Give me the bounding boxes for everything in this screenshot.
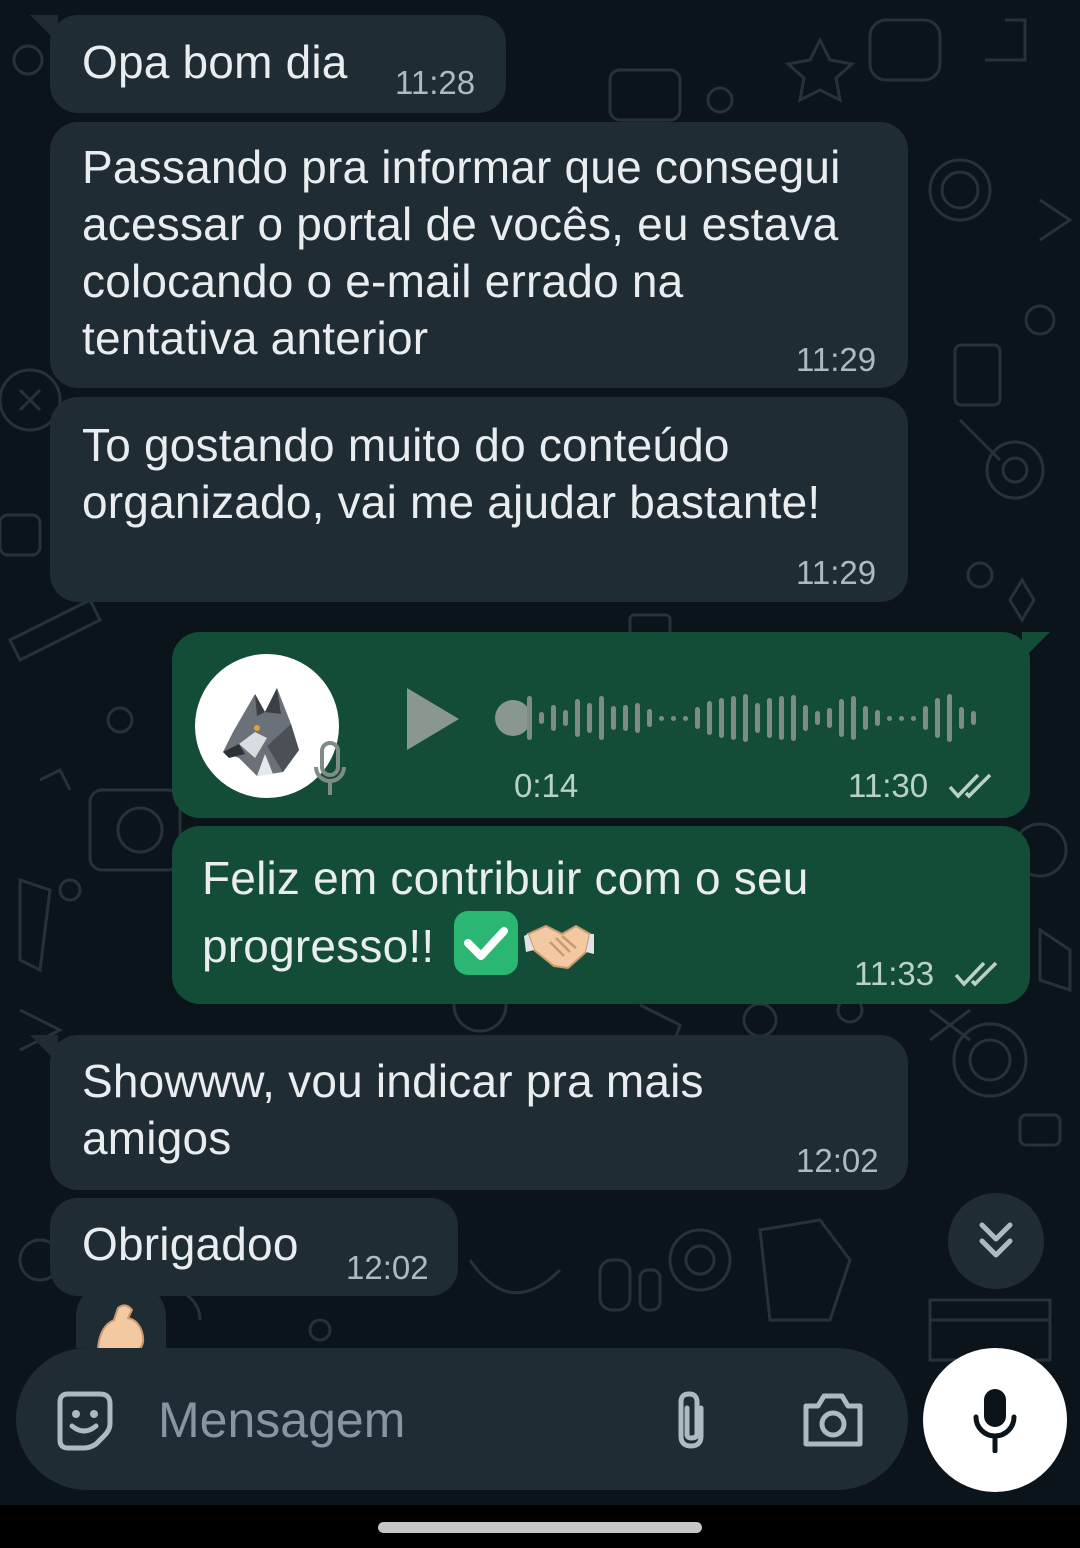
message-input[interactable] bbox=[156, 1376, 640, 1464]
message-text: Opa bom dia bbox=[82, 36, 348, 88]
attach-button[interactable] bbox=[656, 1384, 726, 1456]
message-text: Obrigadoo bbox=[82, 1218, 299, 1270]
message-text: To gostando muito do conteúdo organizado… bbox=[82, 419, 821, 528]
waveform-bar bbox=[779, 696, 784, 740]
waveform-bar bbox=[671, 716, 676, 721]
message-time: 12:02 bbox=[346, 1249, 429, 1286]
mic-icon bbox=[314, 741, 346, 795]
waveform-bar bbox=[923, 706, 928, 730]
chat-background: Opa bom dia 11:28 Passando pra informar … bbox=[0, 0, 1080, 1505]
message-time: 11:29 bbox=[796, 554, 877, 591]
waveform-bar bbox=[659, 716, 664, 721]
waveform-bar bbox=[611, 706, 616, 730]
double-chevron-down-icon bbox=[979, 1222, 1013, 1258]
waveform-bar bbox=[743, 694, 748, 742]
waveform-bar bbox=[887, 716, 892, 721]
bubble-tail bbox=[30, 1035, 58, 1063]
double-check-icon bbox=[954, 961, 998, 987]
mic-icon bbox=[973, 1389, 1017, 1453]
double-check-icon bbox=[948, 773, 992, 799]
check-emoji bbox=[454, 911, 518, 975]
gesture-handle[interactable] bbox=[378, 1522, 702, 1533]
message-time: 11:29 bbox=[796, 341, 877, 378]
system-navigation-bar bbox=[0, 1505, 1080, 1548]
voice-record-button[interactable] bbox=[923, 1348, 1067, 1492]
waveform-bar bbox=[863, 706, 868, 730]
scroll-to-bottom-button[interactable] bbox=[948, 1193, 1044, 1289]
waveform-bar bbox=[575, 699, 580, 737]
waveform-bar bbox=[623, 705, 628, 731]
waveform-bar bbox=[647, 709, 652, 727]
waveform-bar bbox=[587, 703, 592, 733]
voice-mic-badge bbox=[310, 740, 350, 800]
waveform-bar bbox=[563, 710, 568, 726]
paperclip-icon bbox=[678, 1391, 704, 1449]
message-bubble-incoming[interactable]: Opa bom dia 11:28 bbox=[50, 15, 506, 113]
message-reaction[interactable] bbox=[76, 1284, 166, 1348]
message-composer bbox=[16, 1348, 908, 1490]
sticker-icon bbox=[57, 1391, 113, 1451]
waveform-bar bbox=[539, 712, 544, 724]
waveform-bar bbox=[599, 696, 604, 740]
waveform-bar bbox=[719, 698, 724, 738]
waveform-bar bbox=[695, 707, 700, 729]
waveform-bar bbox=[755, 703, 760, 733]
waveform-bar bbox=[731, 696, 736, 740]
waveform-bar bbox=[959, 707, 964, 729]
waveform-bar bbox=[899, 716, 904, 721]
waveform-bar bbox=[683, 716, 688, 721]
camera-button[interactable] bbox=[796, 1384, 870, 1456]
sticker-button[interactable] bbox=[48, 1384, 120, 1456]
message-time: 12:02 bbox=[796, 1142, 879, 1179]
waveform-bar bbox=[971, 711, 976, 725]
play-icon bbox=[407, 688, 459, 750]
voice-progress-thumb[interactable] bbox=[495, 700, 531, 736]
message-bubble-incoming[interactable]: To gostando muito do conteúdo organizado… bbox=[50, 397, 908, 602]
handshake-emoji bbox=[524, 912, 594, 976]
play-button[interactable] bbox=[394, 682, 468, 756]
message-bubble-incoming[interactable]: Passando pra informar que consegui acess… bbox=[50, 122, 908, 388]
message-text: Passando pra informar que consegui acess… bbox=[82, 141, 841, 364]
flexed-biceps-emoji bbox=[92, 1296, 152, 1348]
message-bubble-incoming[interactable]: Showww, vou indicar pra mais amigos 12:0… bbox=[50, 1035, 908, 1190]
message-text: Showww, vou indicar pra mais amigos bbox=[82, 1055, 704, 1164]
waveform-bar bbox=[791, 695, 796, 741]
waveform-bar bbox=[911, 716, 916, 721]
waveform-bar bbox=[935, 698, 940, 738]
waveform-bar bbox=[851, 696, 856, 740]
message-time: 11:30 bbox=[848, 767, 929, 804]
camera-icon bbox=[803, 1393, 863, 1447]
waveform-bar bbox=[875, 710, 880, 726]
waveform-bar bbox=[551, 705, 556, 731]
bubble-tail bbox=[1022, 632, 1050, 660]
message-time: 11:28 bbox=[395, 64, 476, 101]
message-bubble-outgoing[interactable]: Feliz em contribuir com o seu progresso!… bbox=[172, 826, 1030, 1004]
waveform-bar bbox=[839, 699, 844, 737]
voice-message-bubble[interactable]: 0:14 11:30 bbox=[172, 632, 1030, 818]
waveform-bar bbox=[803, 705, 808, 731]
waveform-bar bbox=[707, 701, 712, 735]
waveform-bar bbox=[815, 711, 820, 725]
message-time: 11:33 bbox=[854, 955, 935, 992]
waveform-bar bbox=[635, 703, 640, 733]
voice-duration: 0:14 bbox=[514, 767, 579, 804]
waveform-bar bbox=[767, 698, 772, 738]
waveform-bar bbox=[827, 708, 832, 728]
bubble-tail bbox=[30, 15, 58, 43]
message-bubble-incoming[interactable]: Obrigadoo 12:02 bbox=[50, 1198, 458, 1296]
waveform-bar bbox=[947, 694, 952, 742]
waveform-bar bbox=[527, 696, 532, 740]
voice-waveform bbox=[527, 688, 987, 748]
